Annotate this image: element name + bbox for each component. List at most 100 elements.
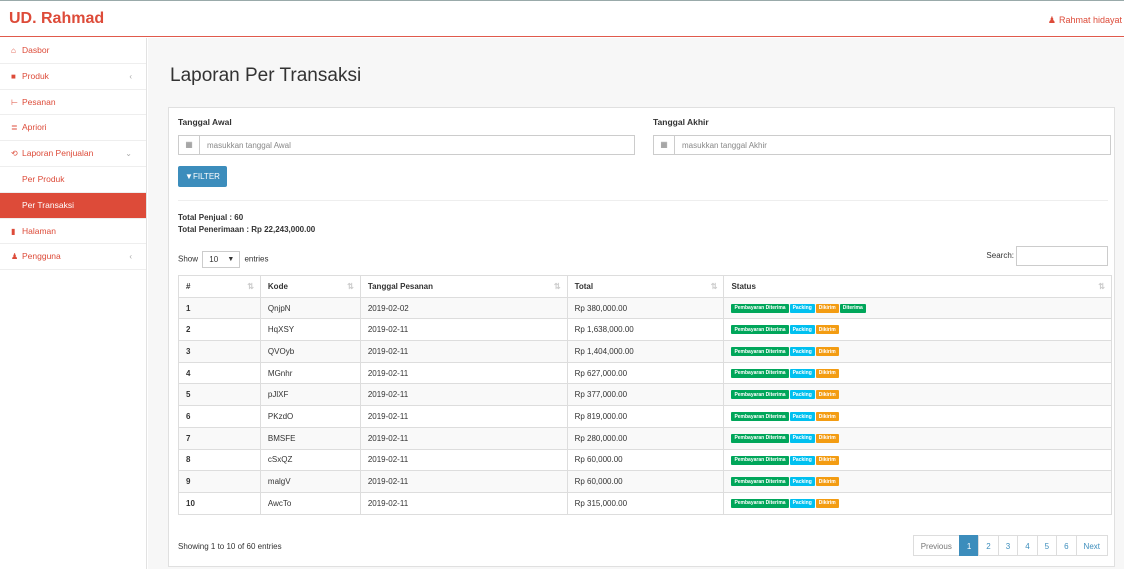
- pagination-5[interactable]: 5: [1036, 535, 1058, 556]
- status-badge: Dikirim: [815, 347, 839, 357]
- search-input[interactable]: [1016, 246, 1108, 266]
- sidebar-item-produk[interactable]: ■ Produk ‹: [0, 64, 146, 90]
- cell-no: 8: [178, 448, 261, 472]
- sidebar-item-pesanan[interactable]: ⊢ Pesanan: [0, 90, 146, 116]
- cell-kode: MGnhr: [259, 361, 361, 385]
- cell-total: Rp 380,000.00: [566, 296, 725, 320]
- status-badge: Dikirim: [815, 455, 839, 465]
- sidebar-item-dasbor[interactable]: ⌂ Dasbor: [0, 38, 146, 64]
- entries-value: 10: [209, 255, 219, 264]
- cell-tanggal: 2019-02-11: [359, 405, 568, 428]
- column-header-total[interactable]: Total ⇅: [566, 275, 725, 298]
- status-badge: Dikirim: [815, 325, 839, 335]
- status-badge: Pembayaran Diterima: [731, 390, 789, 400]
- column-header-no[interactable]: # ⇅: [178, 275, 261, 298]
- sidebar-item-label: Per Produk: [22, 173, 65, 184]
- sidebar-item-label: Dasbor: [22, 45, 50, 55]
- cell-kode: PKzdO: [259, 405, 361, 428]
- pagination-1[interactable]: 1: [958, 535, 980, 556]
- calendar-icon: ▦: [179, 136, 200, 154]
- column-header-label: Status: [731, 281, 756, 291]
- cell-tanggal: 2019-02-02: [359, 296, 568, 320]
- cell-no: 9: [178, 470, 261, 493]
- cell-total: Rp 60,000.00: [566, 470, 725, 493]
- column-header-label: Kode: [267, 281, 288, 291]
- entries-select[interactable]: 10 ▼: [202, 251, 241, 268]
- cell-total: Rp 627,000.00: [566, 361, 725, 385]
- sidebar-item-laporan-penjualan[interactable]: ⟲ Laporan Penjualan ⌄: [0, 141, 146, 167]
- pagination-previous[interactable]: Previous: [912, 535, 960, 556]
- status-badge: Packing: [789, 433, 815, 443]
- user-menu[interactable]: ♟ Rahmat hidayat: [1048, 15, 1122, 26]
- status-badge: Dikirim: [815, 368, 839, 378]
- status-badge: Packing: [789, 412, 815, 422]
- top-navbar: UD. Rahmad ♟ Rahmat hidayat: [0, 0, 1124, 37]
- table-row[interactable]: 9 malgV 2019-02-11 Rp 60,000.00 Pembayaran D…: [178, 470, 1112, 493]
- table-row[interactable]: 6 PKzdO 2019-02-11 Rp 819,000.00 Pembayaran …: [178, 405, 1112, 428]
- cell-status: Pembayaran Diterima Packing Dikirim: [723, 383, 1112, 407]
- table-row[interactable]: 10 AwcTo 2019-02-11 Rp 315,000.00 Pembayaran…: [178, 491, 1112, 515]
- divider: [178, 200, 1108, 201]
- table-row[interactable]: 8 cSxQZ 2019-02-11 Rp 60,000.00 Pembayaran D…: [178, 448, 1112, 472]
- user-icon: ♟: [1047, 15, 1056, 25]
- user-name[interactable]: Rahmat hidayat: [1059, 15, 1122, 25]
- sidebar-item-halaman[interactable]: ▮ Halaman: [0, 219, 146, 245]
- cell-status: Pembayaran Diterima Packing Dikirim: [723, 491, 1112, 515]
- table-row[interactable]: 5 pJlXF 2019-02-11 Rp 377,000.00 Pembayaran …: [178, 383, 1112, 407]
- end-date-input[interactable]: ▦ masukkan tanggal Akhir: [653, 135, 1111, 155]
- cell-status: Pembayaran Diterima Packing Dikirim: [723, 340, 1112, 363]
- sidebar-item-per-produk[interactable]: Per Produk: [0, 167, 146, 193]
- start-date-placeholder: masukkan tanggal Awal: [207, 141, 291, 150]
- filter-icon: ▼: [185, 172, 193, 181]
- table-row[interactable]: 2 HqXSY 2019-02-11 Rp 1,638,000.00 Pembayara…: [178, 318, 1112, 342]
- cell-kode: QVOyb: [259, 340, 361, 363]
- sidebar-item-label: Pengguna: [22, 251, 61, 262]
- sidebar-item-apriori[interactable]: ≣ Apriori: [0, 115, 146, 142]
- table-row[interactable]: 7 BMSFE 2019-02-11 Rp 280,000.00 Pembayaran …: [178, 426, 1112, 450]
- cell-total: Rp 819,000.00: [566, 405, 725, 428]
- cell-tanggal: 2019-02-11: [359, 448, 568, 472]
- brand-logo[interactable]: UD. Rahmad: [9, 10, 104, 28]
- status-badge: Dikirim: [815, 477, 839, 487]
- cell-total: Rp 1,638,000.00: [566, 318, 725, 342]
- pagination-2[interactable]: 2: [978, 535, 999, 556]
- table-row[interactable]: 3 QVOyb 2019-02-11 Rp 1,404,000.00 Pembayara…: [178, 340, 1112, 363]
- status-badge: Pembayaran Diterima: [731, 325, 789, 335]
- sidebar-item-pengguna[interactable]: ♟ Pengguna ‹: [0, 244, 146, 271]
- filter-button[interactable]: ▼FILTER: [178, 166, 227, 187]
- user-icon: ♟: [11, 252, 19, 262]
- cell-no: 7: [178, 426, 261, 450]
- status-badge: Dikirim: [815, 412, 839, 422]
- sidebar-item-per-transaksi[interactable]: Per Transaksi: [0, 192, 146, 219]
- cell-kode: BMSFE: [259, 426, 361, 450]
- status-badge: Packing: [789, 498, 815, 508]
- cart-icon: ⊢: [11, 97, 18, 107]
- status-badge: Packing: [789, 455, 815, 465]
- pagination-6[interactable]: 6: [1056, 535, 1077, 556]
- table-row[interactable]: 1 QnjpN 2019-02-02 Rp 380,000.00 Pembayaran …: [178, 296, 1112, 320]
- table-header-row: # ⇅ Kode ⇅ Tanggal Pesanan ⇅ Total ⇅ Status ⇅: [178, 275, 1112, 298]
- column-header-tanggal-pesanan[interactable]: Tanggal Pesanan ⇅: [359, 275, 568, 298]
- cell-kode: HqXSY: [259, 318, 361, 342]
- pagination-next[interactable]: Next: [1075, 535, 1108, 556]
- cell-kode: QnjpN: [259, 296, 361, 320]
- cell-total: Rp 315,000.00: [566, 491, 725, 515]
- sort-icon: ⇅: [710, 281, 718, 291]
- pagination: Previous 1 2 3 4 5 6 Next: [912, 535, 1108, 556]
- column-header-kode[interactable]: Kode ⇅: [259, 275, 361, 298]
- column-header-status[interactable]: Status ⇅: [723, 275, 1112, 298]
- sidebar: ⌂ Dasbor ■ Produk ‹ ⊢ Pesanan ≣ Apriori ⟲ Laporan …: [0, 38, 147, 569]
- cell-tanggal: 2019-02-11: [359, 383, 568, 407]
- cell-status: Pembayaran Diterima Packing Dikirim: [723, 361, 1112, 385]
- start-date-input[interactable]: ▦ masukkan tanggal Awal: [178, 135, 635, 155]
- column-header-label: #: [186, 281, 191, 291]
- status-badge: Pembayaran Diterima: [731, 433, 789, 443]
- table-row[interactable]: 4 MGnhr 2019-02-11 Rp 627,000.00 Pembayaran …: [178, 361, 1112, 385]
- status-badge: Packing: [789, 303, 815, 313]
- cell-status: Pembayaran Diterima Packing Dikirim: [723, 318, 1112, 342]
- search-label: Search:: [986, 251, 1014, 261]
- cell-no: 4: [178, 361, 261, 385]
- pagination-4[interactable]: 4: [1017, 535, 1038, 556]
- pagination-3[interactable]: 3: [997, 535, 1019, 556]
- cell-no: 10: [178, 491, 261, 515]
